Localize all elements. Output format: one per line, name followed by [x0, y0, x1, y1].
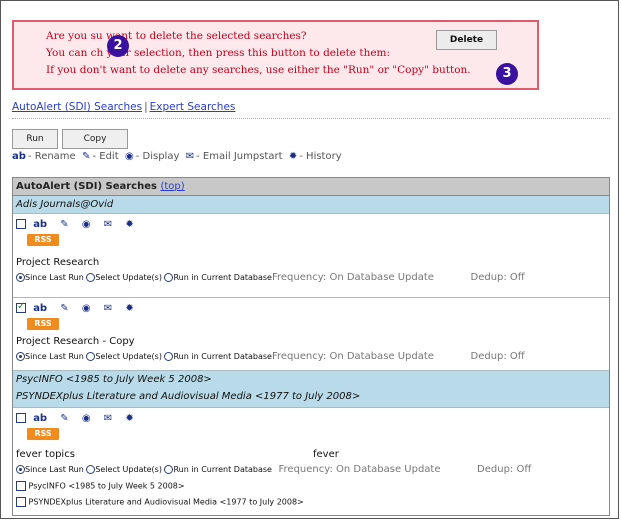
legend-history: - History — [299, 151, 342, 162]
database-label: PsycINFO <1985 to July Week 5 2008> — [28, 481, 185, 491]
select-checkbox[interactable] — [16, 219, 26, 229]
email-icon[interactable]: ✉ — [104, 219, 112, 230]
edit-icon[interactable]: ✎ — [60, 303, 68, 314]
email-icon[interactable]: ✉ — [104, 303, 112, 314]
radio-label: Run in Current Database — [173, 273, 272, 282]
rename-icon: ab — [12, 151, 26, 162]
delete-button[interactable]: Delete — [436, 30, 497, 50]
divider — [12, 118, 610, 119]
legend-email: - Email Jumpstart — [196, 151, 283, 162]
run-options: Since Last Run Select Update(s) Run in C… — [16, 351, 525, 362]
frequency-text: Frequency: On Database Update — [278, 464, 441, 475]
database-label: PSYNDEXplus Literature and Audiovisual M… — [28, 497, 304, 507]
table-row: ab ✎ ◉ ✉ ✹ RSS Project Research Since La… — [13, 213, 609, 297]
history-icon[interactable]: ✹ — [125, 219, 133, 230]
rss-button[interactable]: RSS — [27, 234, 59, 246]
confirm-line-3: If you don't want to delete any searches… — [46, 64, 471, 76]
step-badge-2: 2 — [107, 35, 129, 57]
icon-legend: ab - Rename ✎ - Edit ◉ - Display ✉ - Email J… — [12, 151, 342, 162]
group-db-1: PsycINFO <1985 to July Week 5 2008> — [16, 374, 212, 385]
display-icon[interactable]: ◉ — [82, 413, 91, 424]
step-badge-3: 3 — [496, 63, 518, 85]
radio-label: Run in Current Database — [173, 352, 272, 361]
tab-autoalert[interactable]: AutoAlert (SDI) Searches — [12, 101, 142, 113]
radio-select-updates[interactable] — [86, 352, 96, 361]
frequency-text: Frequency: On Database Update — [271, 272, 434, 283]
tab-expert[interactable]: Expert Searches — [150, 101, 236, 113]
display-icon[interactable]: ◉ — [82, 219, 91, 230]
legend-display: - Display — [135, 151, 180, 162]
radio-since-last-run[interactable] — [16, 465, 25, 474]
dedup-text: Dedup: Off — [470, 272, 525, 283]
edit-icon: ✎ — [82, 151, 91, 162]
search-term: fever — [313, 449, 339, 460]
radio-since-last-run[interactable] — [16, 352, 25, 361]
searches-table: AutoAlert (SDI) Searches (top) Adis Jour… — [12, 177, 610, 516]
radio-label: Run in Current Database — [173, 465, 272, 474]
radio-label: Since Last Run — [25, 465, 84, 474]
run-button[interactable]: Run — [12, 129, 58, 149]
table-header-title: AutoAlert (SDI) Searches — [16, 181, 157, 192]
radio-select-updates[interactable] — [86, 465, 96, 474]
group-header: PsycINFO <1985 to July Week 5 2008> PSYN… — [13, 370, 609, 407]
history-icon: ✹ — [288, 151, 298, 162]
select-checkbox[interactable] — [16, 301, 26, 313]
rss-button[interactable]: RSS — [27, 318, 59, 330]
group-header: Adis Journals@Ovid — [13, 196, 609, 213]
display-icon[interactable]: ◉ — [82, 303, 91, 314]
table-row: ab ✎ ◉ ✉ ✹ RSS Project Research - Copy S… — [13, 297, 609, 370]
radio-label: Since Last Run — [25, 273, 84, 282]
radio-label: Select Update(s) — [95, 273, 162, 282]
select-checkbox[interactable] — [16, 413, 26, 423]
row-actions: ab ✎ ◉ ✉ ✹ — [16, 413, 134, 424]
top-link[interactable]: (top) — [160, 181, 184, 192]
dedup-text: Dedup: Off — [470, 351, 525, 362]
frequency-text: Frequency: On Database Update — [271, 351, 434, 362]
edit-icon[interactable]: ✎ — [60, 413, 68, 424]
database-item: PsycINFO <1985 to July Week 5 2008> — [16, 481, 185, 491]
database-checkbox[interactable] — [16, 481, 26, 491]
dedup-text: Dedup: Off — [477, 464, 532, 475]
table-row: ab ✎ ◉ ✉ ✹ RSS fever topics fever Since … — [13, 407, 609, 515]
radio-since-last-run[interactable] — [16, 273, 25, 282]
legend-edit: - Edit — [92, 151, 119, 162]
radio-label: Select Update(s) — [95, 352, 162, 361]
email-icon[interactable]: ✉ — [104, 413, 112, 424]
display-icon: ◉ — [124, 151, 134, 162]
database-checkbox[interactable] — [16, 497, 26, 507]
search-type-tabs: AutoAlert (SDI) Searches | Expert Searches — [12, 101, 235, 113]
rename-icon[interactable]: ab — [33, 219, 47, 230]
search-name: fever topics — [16, 449, 75, 460]
email-icon: ✉ — [185, 151, 195, 162]
radio-select-updates[interactable] — [86, 273, 96, 282]
run-options: Since Last Run Select Update(s) Run in C… — [16, 272, 525, 283]
copy-button[interactable]: Copy — [62, 129, 128, 149]
table-header: AutoAlert (SDI) Searches (top) — [13, 178, 609, 196]
rss-button[interactable]: RSS — [27, 428, 59, 440]
rename-icon[interactable]: ab — [33, 303, 47, 314]
row-actions: ab ✎ ◉ ✉ ✹ — [16, 301, 134, 314]
radio-label: Select Update(s) — [95, 465, 162, 474]
run-options: Since Last Run Select Update(s) Run in C… — [16, 464, 531, 475]
history-icon[interactable]: ✹ — [125, 413, 133, 424]
row-actions: ab ✎ ◉ ✉ ✹ — [16, 219, 134, 230]
rename-icon[interactable]: ab — [33, 413, 47, 424]
database-item: PSYNDEXplus Literature and Audiovisual M… — [16, 497, 304, 507]
search-name: Project Research — [16, 257, 100, 268]
legend-rename: - Rename — [27, 151, 76, 162]
edit-icon[interactable]: ✎ — [60, 219, 68, 230]
tab-separator: | — [144, 101, 148, 113]
search-name: Project Research - Copy — [16, 336, 135, 347]
radio-label: Since Last Run — [25, 352, 84, 361]
history-icon[interactable]: ✹ — [125, 303, 133, 314]
group-db-2: PSYNDEXplus Literature and Audiovisual M… — [16, 391, 361, 402]
